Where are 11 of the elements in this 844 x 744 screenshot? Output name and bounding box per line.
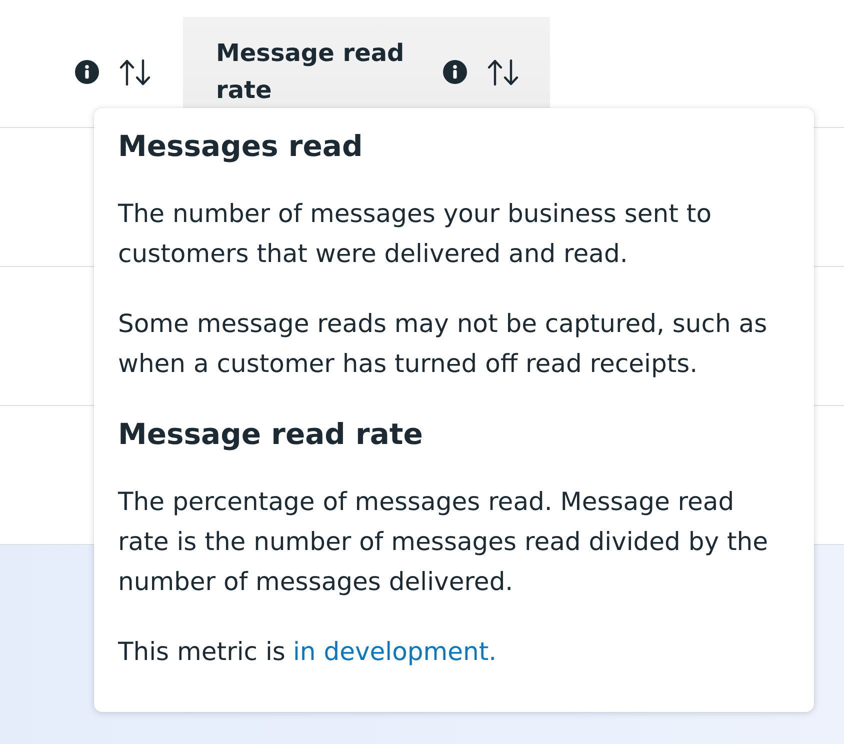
- tooltip-heading: Message read rate: [118, 416, 424, 452]
- tooltip-text: The percentage of messages read. Message read rate is the number of messages read divided by the number of messages delivered.: [118, 486, 770, 598]
- tooltip-heading: Messages read: [118, 128, 364, 164]
- tooltip-text: This metric is in development.: [118, 636, 498, 668]
- sort-icon[interactable]: [119, 58, 151, 86]
- tooltip-text: The number of messages your business sent to customers that were delivered and read.: [118, 198, 712, 270]
- text-link[interactable]: in development.: [292, 637, 497, 666]
- info-icon[interactable]: [443, 60, 467, 84]
- info-icon[interactable]: [75, 60, 99, 84]
- sort-icon[interactable]: [487, 58, 519, 86]
- tooltip-text: Some message reads may not be captured, such as when a customer has turned off read receipts.: [118, 308, 768, 380]
